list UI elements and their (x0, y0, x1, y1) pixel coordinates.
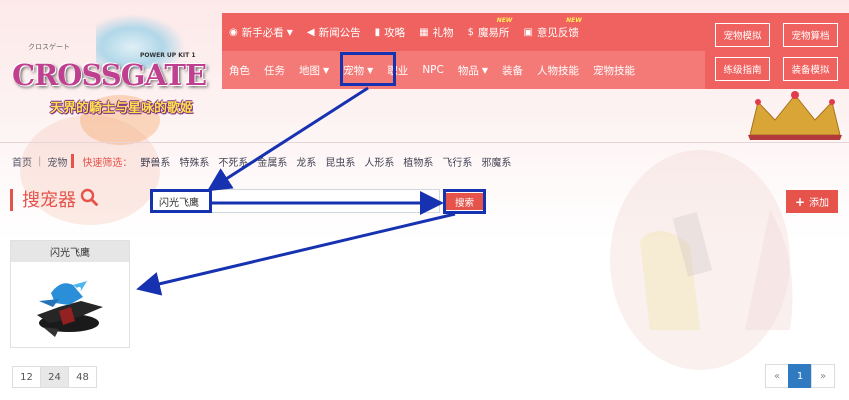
nav-item-top-1[interactable]: ◀ 新闻公告 (300, 13, 368, 51)
gift-icon: ▦ (419, 26, 429, 38)
pets-menu-annotation-box (340, 52, 396, 86)
crown-decoration (748, 91, 842, 140)
filter-link[interactable]: 飞行系 (442, 154, 472, 169)
nav-label: NPC (422, 64, 444, 76)
next-page-button[interactable]: » (811, 364, 835, 388)
filter-link[interactable]: 龙系 (296, 154, 316, 169)
nav-label: 意见反馈 (536, 26, 579, 39)
add-button-label: 添加 (809, 198, 830, 209)
filter-link[interactable]: 不死系 (218, 154, 248, 169)
nav-label: 装备 (502, 64, 523, 77)
nav-item-top-4[interactable]: $ 魔易所 NEW (461, 13, 517, 51)
nav-item-top-3[interactable]: ▦ 礼物 (412, 13, 460, 51)
filter-link[interactable]: 昆虫系 (325, 154, 355, 169)
filter-link[interactable]: 人形系 (364, 154, 394, 169)
caret-down-icon: ▼ (481, 65, 488, 75)
side-tools: 宠物模拟 宠物算档 练级指南 装备模拟 (705, 13, 849, 89)
nav-item-cat-6[interactable]: 物品 ▼ (451, 51, 495, 89)
pet-sprite-image (37, 281, 103, 337)
nav-label: 新闻公告 (318, 26, 361, 39)
nav-label: 攻略 (384, 26, 406, 39)
eye-icon: ◉ (229, 26, 238, 38)
caret-down-icon: ▼ (286, 27, 293, 37)
new-badge: NEW (566, 17, 582, 24)
dollar-icon: $ (467, 26, 474, 38)
search-button[interactable]: 搜索 (446, 193, 483, 210)
quick-filter-label: 快速筛选： (82, 157, 133, 169)
add-button[interactable]: + 添加 (786, 190, 838, 213)
nav-row-top: ◉ 新手必看 ▼ ◀ 新闻公告 ▮ 攻略 ▦ 礼物 $ 魔易所 NEW ▣ 意见反馈 NEW (222, 13, 586, 51)
crossgate-logo[interactable]: クロスゲート POWER UP KIT 1 CROSSGATE 天界的騎士与星咏… (8, 14, 207, 124)
pet-card-name: 闪光飞鹰 (11, 241, 129, 262)
logo-tagline: 天界的騎士与星咏的歌姬 (50, 101, 194, 116)
filter-link[interactable]: 植物系 (403, 154, 433, 169)
bullhorn-icon: ◀ (306, 26, 315, 38)
prev-page-button[interactable]: « (765, 364, 789, 388)
filter-accent-bar (71, 154, 75, 168)
filter-link[interactable]: 邪魔系 (481, 154, 511, 169)
nav-label: 新手必看 (241, 26, 284, 39)
equipment-simulator-button[interactable]: 装备模拟 (783, 57, 838, 81)
nav-item-top-5[interactable]: ▣ 意见反馈 NEW (516, 13, 585, 51)
nav-label: 魔易所 (477, 26, 510, 39)
nav-item-cat-9[interactable]: 宠物技能 (586, 51, 642, 89)
breadcrumb-current[interactable]: 宠物 (47, 154, 67, 169)
search-icon (80, 188, 98, 206)
logo-kana: クロスゲート (28, 43, 70, 51)
filter-link[interactable]: 金属系 (257, 154, 287, 169)
pet-result-card[interactable]: 闪光飞鹰 (10, 240, 130, 348)
header-divider (0, 142, 849, 143)
per-page-option[interactable]: 24 (40, 366, 69, 388)
nav-label: 物品 (457, 64, 479, 77)
nav-item-cat-0[interactable]: 角色 (222, 51, 257, 89)
nav-row-categories: 角色 任务 地图 ▼ 宠物 ▼ 职业 NPC 物品 ▼ 装备 人物技能 宠物技能 (222, 51, 705, 89)
nav-item-cat-1[interactable]: 任务 (257, 51, 292, 89)
nav-item-cat-7[interactable]: 装备 (495, 51, 530, 89)
nav-label: 地图 (299, 64, 320, 77)
nav-item-top-2[interactable]: ▮ 攻略 (368, 13, 413, 51)
title-accent-bar (10, 189, 13, 211)
arrow-menu-to-input (206, 86, 369, 192)
nav-item-top-0[interactable]: ◉ 新手必看 ▼ (222, 13, 300, 51)
caret-down-icon: ▼ (323, 65, 330, 75)
breadcrumb-separator: | (38, 155, 42, 167)
feedback-icon: ▣ (523, 26, 533, 38)
main-nav: ◉ 新手必看 ▼ ◀ 新闻公告 ▮ 攻略 ▦ 礼物 $ 魔易所 NEW ▣ 意见反馈 NEW 角色 任务 地图 ▼… (222, 13, 705, 89)
nav-label: 任务 (264, 64, 285, 77)
search-input[interactable] (150, 189, 440, 213)
pet-simulator-button[interactable]: 宠物模拟 (715, 23, 770, 47)
nav-item-cat-2[interactable]: 地图 ▼ (292, 51, 336, 89)
plus-icon: + (794, 194, 806, 209)
pagination: « 1 » (765, 364, 835, 388)
pet-calc-button[interactable]: 宠物算档 (783, 23, 838, 47)
per-page-option[interactable]: 48 (68, 366, 97, 388)
page-title: 搜宠器 (22, 190, 76, 211)
filter-link[interactable]: 野兽系 (140, 154, 170, 169)
breadcrumb: 首页 | 宠物 快速筛选： 野兽系 特殊系 不死系 金属系 龙系 昆虫系 人形系 植物系 飞行系… (12, 150, 532, 172)
leveling-guide-button[interactable]: 练级指南 (715, 57, 770, 81)
file-icon: ▮ (374, 26, 381, 38)
nav-label: 宠物技能 (593, 64, 635, 77)
nav-item-cat-8[interactable]: 人物技能 (530, 51, 586, 89)
page-1-button[interactable]: 1 (788, 364, 812, 388)
nav-label: 礼物 (432, 26, 454, 39)
nav-item-cat-5[interactable]: NPC (415, 51, 451, 89)
filter-link[interactable]: 特殊系 (179, 154, 209, 169)
per-page-option[interactable]: 12 (12, 366, 41, 388)
new-badge: NEW (496, 17, 513, 24)
nav-label: 人物技能 (537, 64, 579, 77)
nav-label: 角色 (229, 64, 250, 77)
logo-brand: CROSSGATE (12, 58, 207, 92)
breadcrumb-home[interactable]: 首页 (12, 154, 32, 169)
arrow-button-to-result (136, 212, 456, 296)
per-page-selector: 12 24 48 (12, 366, 97, 388)
